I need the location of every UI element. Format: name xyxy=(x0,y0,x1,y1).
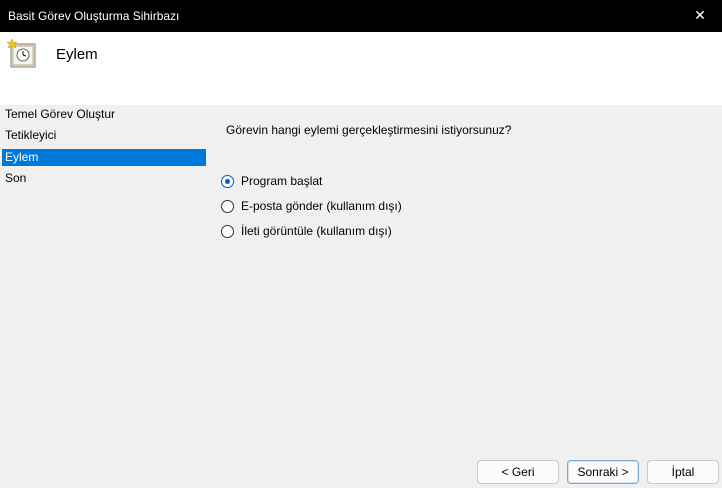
sidebar-item-temel-gorev[interactable]: Temel Görev Oluştur xyxy=(2,106,206,123)
title-bar: Basit Görev Oluşturma Sihirbazı ✕ xyxy=(0,0,722,32)
radio-unchecked-icon[interactable] xyxy=(221,225,234,238)
close-icon[interactable]: ✕ xyxy=(678,0,722,32)
action-question: Görevin hangi eylemi gerçekleştirmesini … xyxy=(226,123,512,137)
radio-label[interactable]: İleti görüntüle (kullanım dışı) xyxy=(241,224,392,239)
wizard-header: Eylem xyxy=(0,32,722,105)
sidebar-item-label: Temel Görev Oluştur xyxy=(5,107,116,121)
task-wizard-window: Basit Görev Oluşturma Sihirbazı ✕ Eylem … xyxy=(0,0,722,488)
sidebar-item-tetikleyici[interactable]: Tetikleyici xyxy=(2,127,206,144)
radio-label[interactable]: Program başlat xyxy=(241,174,322,189)
next-button[interactable]: Sonraki > xyxy=(567,460,639,484)
radio-checked-icon[interactable] xyxy=(221,175,234,188)
radio-unchecked-icon[interactable] xyxy=(221,200,234,213)
sidebar-item-eylem[interactable]: Eylem xyxy=(2,149,206,166)
page-title: Eylem xyxy=(56,46,98,63)
cancel-button[interactable]: İptal xyxy=(647,460,719,484)
radio-label[interactable]: E-posta gönder (kullanım dışı) xyxy=(241,199,402,214)
sidebar-item-label: Tetikleyici xyxy=(5,128,57,142)
task-clock-icon xyxy=(7,39,36,68)
window-title: Basit Görev Oluşturma Sihirbazı xyxy=(8,9,180,23)
back-button[interactable]: < Geri xyxy=(477,460,559,484)
sidebar-item-son[interactable]: Son xyxy=(2,170,206,187)
sidebar-item-label: Son xyxy=(5,171,27,185)
sidebar-item-label: Eylem xyxy=(5,150,39,164)
